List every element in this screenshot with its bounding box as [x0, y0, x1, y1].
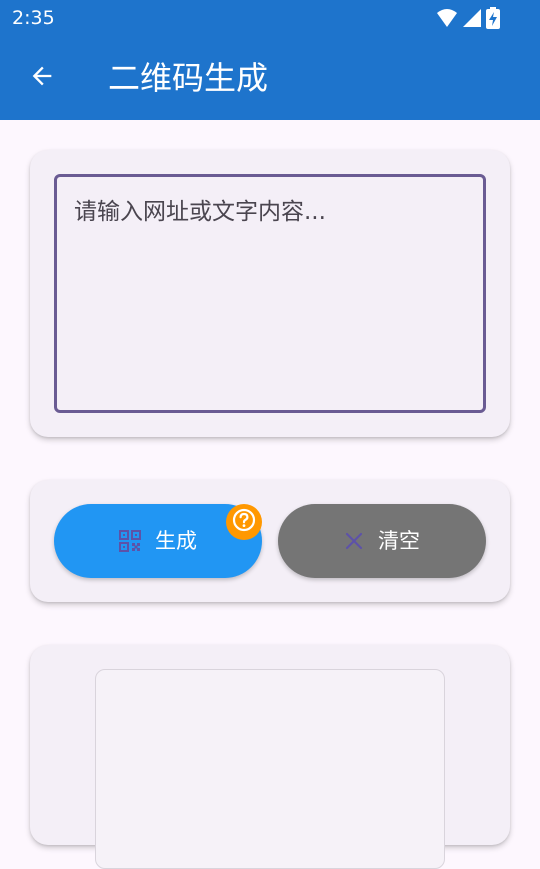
status-icons	[436, 6, 500, 30]
qr-code-preview	[95, 669, 445, 869]
status-bar: 2:35	[0, 0, 540, 36]
help-button[interactable]	[226, 504, 262, 540]
content-input-placeholder: 请输入网址或文字内容...	[74, 199, 326, 225]
help-circle-icon	[231, 507, 257, 537]
close-icon	[344, 531, 364, 551]
back-button[interactable]	[18, 54, 66, 102]
qr-code-icon	[119, 530, 141, 552]
battery-charging-icon	[486, 7, 500, 29]
wifi-icon	[436, 8, 458, 28]
page-title: 二维码生成	[108, 59, 269, 97]
input-card: 请输入网址或文字内容...	[30, 150, 510, 437]
status-time: 2:35	[12, 7, 55, 29]
generate-button-label: 生成	[155, 529, 197, 553]
action-card: 生成 清空	[30, 480, 510, 602]
result-card	[30, 645, 510, 869]
clear-button[interactable]: 清空	[278, 504, 486, 578]
app-bar: 二维码生成	[0, 36, 540, 120]
cellular-signal-icon	[462, 8, 482, 28]
content-input[interactable]: 请输入网址或文字内容...	[54, 174, 486, 413]
clear-button-label: 清空	[378, 529, 420, 553]
arrow-back-icon	[28, 62, 56, 94]
